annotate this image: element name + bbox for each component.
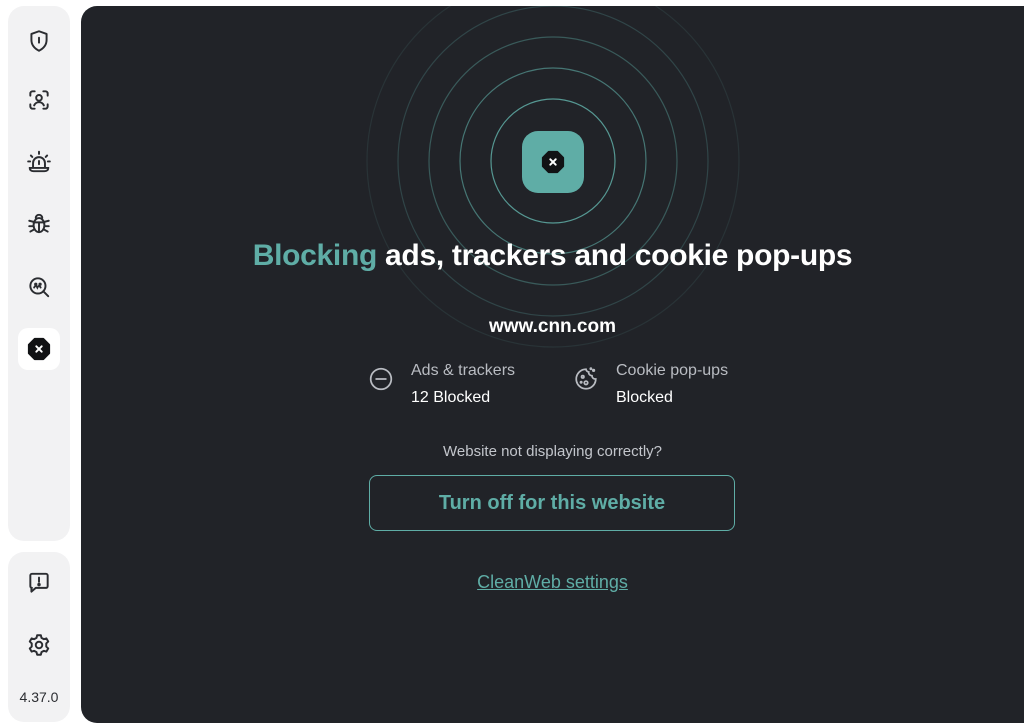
stat-value: Blocked (616, 389, 673, 406)
turn-off-for-website-button[interactable]: Turn off for this website (369, 475, 735, 531)
minus-circle-icon (369, 367, 393, 391)
page-title: Blocking ads, trackers and cookie pop-up… (81, 239, 1024, 273)
nav-item-breach-search[interactable] (18, 266, 60, 308)
nav-item-alerts[interactable] (18, 141, 60, 183)
stat-cookie-popups: Cookie pop-ups Blocked (573, 362, 753, 412)
title-accent: Blocking (252, 239, 378, 272)
current-domain: www.cnn.com (488, 316, 617, 337)
magnifier-icon (29, 277, 50, 298)
gear-icon (28, 634, 50, 656)
cleanweb-settings-link[interactable]: CleanWeb settings (81, 572, 1024, 593)
sidebar-nav (8, 6, 70, 541)
radar-rings-decoration (366, 6, 740, 348)
block-octagon-icon (27, 337, 51, 361)
troubleshoot-question: Website not displaying correctly? (443, 443, 662, 460)
stat-ads-trackers: Ads & trackers 12 Blocked (368, 362, 538, 412)
block-octagon-icon (541, 150, 565, 174)
alarm-light-icon (27, 150, 51, 173)
nav-item-cleanweb[interactable] (18, 328, 60, 370)
cleanweb-panel: Blocking ads, trackers and cookie pop-up… (81, 6, 1024, 723)
stat-value: 12 Blocked (411, 389, 491, 406)
nav-item-antivirus[interactable] (18, 203, 60, 245)
feedback-button[interactable] (18, 562, 60, 604)
feedback-icon (29, 572, 49, 593)
nav-item-identity[interactable] (18, 79, 60, 121)
title-rest: ads, trackers and cookie pop-ups (377, 239, 853, 272)
sidebar-footer: 4.37.0 (8, 552, 70, 722)
face-scan-icon (29, 90, 49, 110)
stat-label: Cookie pop-ups (616, 362, 729, 379)
stat-label: Ads & trackers (411, 362, 516, 379)
version-label: 4.37.0 (19, 689, 59, 705)
bug-icon (28, 213, 50, 234)
cleanweb-hero-badge (522, 131, 584, 193)
nav-item-protection[interactable] (18, 20, 60, 62)
shield-icon (30, 30, 48, 52)
cookie-icon (575, 367, 597, 390)
settings-button[interactable] (18, 624, 60, 666)
